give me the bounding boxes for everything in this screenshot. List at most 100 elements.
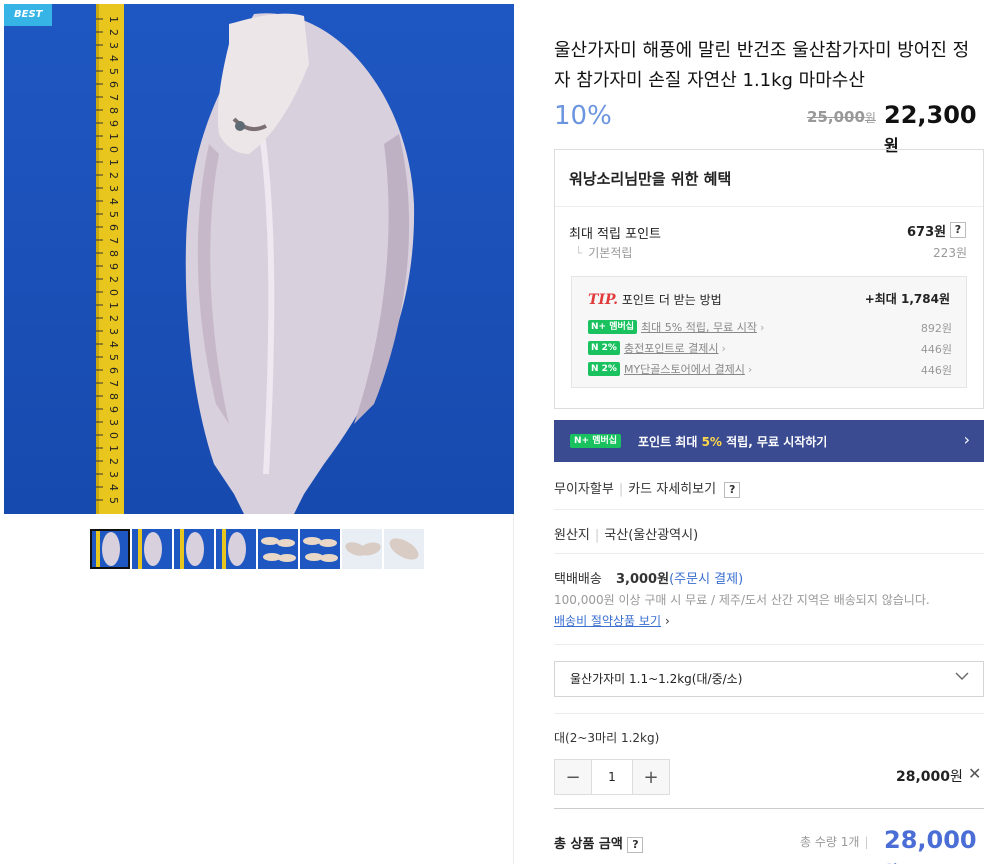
tip-row-my-store[interactable]: N 2% MY단골스토어에서 결제시 › 446원 xyxy=(588,361,952,379)
sale-price-value: 22,300 xyxy=(884,101,977,129)
quantity-value[interactable]: 1 xyxy=(591,760,633,794)
chevron-right-icon: › xyxy=(747,362,753,376)
shipping-notice: 100,000원 이상 구매 시 무료 / 제주/도서 산간 지역은 배송되지 … xyxy=(554,593,930,607)
thumbnail-7[interactable] xyxy=(342,529,382,569)
ruler-digit: 1 xyxy=(107,16,120,23)
total-label: 총 상품 금액 ? xyxy=(554,833,644,853)
tip-row-charge-points[interactable]: N 2% 충전포인트로 결제시 › 446원 xyxy=(588,340,952,358)
origin-row: 원산지 | 국산(울산광역시) xyxy=(554,524,984,543)
remove-item-button[interactable]: ✕ xyxy=(968,764,981,783)
thumbnail-3[interactable] xyxy=(174,529,214,569)
membership-promo-text: 포인트 최대 5% 적립, 무료 시작하기 xyxy=(638,433,827,450)
ruler-digit: 7 xyxy=(107,94,120,101)
ruler-digit: 7 xyxy=(107,237,120,244)
total-price-value: 28,000 xyxy=(884,826,977,854)
divider: | xyxy=(864,835,869,849)
ruler-digit: 8 xyxy=(107,107,120,114)
tip-row-link[interactable]: 충전포인트로 결제시 xyxy=(624,342,719,355)
ruler-digit: 0 xyxy=(107,432,120,439)
thumbnail-6[interactable] xyxy=(300,529,340,569)
ruler-digit: 5 xyxy=(107,211,120,218)
ruler-digit: 3 xyxy=(107,185,120,192)
ruler-digit: 2 xyxy=(107,276,120,283)
thumbnail-strip xyxy=(90,529,424,569)
ruler-digit: 9 xyxy=(107,120,120,127)
option-select[interactable]: 울산가자미 1.1~1.2kg(대/중/소) xyxy=(554,661,984,697)
ruler-digit: 9 xyxy=(107,263,120,270)
card-details-link[interactable]: 카드 자세히보기 xyxy=(628,482,716,497)
thumbnail-1[interactable] xyxy=(90,529,130,569)
original-price: 25,000원 xyxy=(807,108,876,126)
ruler-digit: 8 xyxy=(107,393,120,400)
quantity-increase-button[interactable]: + xyxy=(633,760,669,794)
benefit-title: 워낭소리님만을 위한 혜택 xyxy=(569,170,732,188)
shipping-fee: 3,000원 xyxy=(615,572,670,587)
shipping-fee-note: (주문시 결제) xyxy=(669,572,744,587)
naver-2pct-badge: N 2% xyxy=(588,341,620,355)
tip-row-membership[interactable]: N+ 멤버십 최대 5% 적립, 무료 시작 › 892원 xyxy=(588,319,952,337)
divider xyxy=(554,808,984,809)
promo-text-after: 적립, 무료 시작하기 xyxy=(721,435,828,449)
product-title: 울산가자미 해풍에 말린 반건조 울산참가자미 방어진 정자 참가자미 손질 자… xyxy=(554,40,970,91)
ruler-digit: 7 xyxy=(107,380,120,387)
ruler-digit: 2 xyxy=(107,29,120,36)
ruler-digit: 5 xyxy=(107,497,120,504)
membership-promo-bar[interactable]: N+ 멤버십 포인트 최대 5% 적립, 무료 시작하기 › xyxy=(554,420,984,462)
divider xyxy=(554,713,984,714)
tip-row-link[interactable]: 최대 5% 적립, 무료 시작 xyxy=(641,321,757,334)
naver-plus-membership-badge: N+ 멤버십 xyxy=(570,434,622,448)
ruler-digit: 4 xyxy=(107,198,120,205)
chevron-right-icon: › xyxy=(963,430,970,449)
tip-max-points: +최대 1,784원 xyxy=(864,292,950,306)
ruler-digit: 6 xyxy=(107,224,120,231)
installment-label: 무이자할부 xyxy=(554,482,614,497)
option-selected-value: 울산가자미 1.1~1.2kg(대/중/소) xyxy=(570,672,743,686)
ruler-digit: 3 xyxy=(107,419,120,426)
ruler-digit: 2 xyxy=(107,172,120,179)
ruler-digit: 4 xyxy=(107,55,120,62)
shipping-row: 택배배송 3,000원(주문시 결제) xyxy=(554,568,984,587)
ruler-digit: 2 xyxy=(107,315,120,322)
max-points-label: 최대 적립 포인트 xyxy=(569,227,661,242)
shipping-saving-link-row[interactable]: 배송비 절약상품 보기 › xyxy=(554,612,984,629)
total-price: 28,000원 xyxy=(884,826,984,864)
points-help-button[interactable]: ? xyxy=(950,222,966,238)
total-quantity: 총 수량 1개 | xyxy=(800,833,873,850)
promo-highlight: 5% xyxy=(701,435,722,449)
quantity-decrease-button[interactable]: − xyxy=(555,760,591,794)
ruler-digit: 0 xyxy=(107,146,120,153)
tip-row-value: 446원 xyxy=(920,343,952,356)
total-label-text: 총 상품 금액 xyxy=(554,837,623,852)
ruler-digit: 9 xyxy=(107,406,120,413)
chevron-right-icon: › xyxy=(759,320,765,334)
discount-rate: 10% xyxy=(554,101,612,131)
payment-row: 무이자할부 | 카드 자세히보기 ? xyxy=(554,478,984,498)
ruler-digit: 1 xyxy=(107,302,120,309)
thumbnail-4[interactable] xyxy=(216,529,256,569)
origin-label: 원산지 xyxy=(554,528,590,543)
thumbnail-8[interactable] xyxy=(384,529,424,569)
tip-title-text: 포인트 더 받는 방법 xyxy=(621,293,722,307)
shipping-saving-link[interactable]: 배송비 절약상품 보기 xyxy=(554,614,661,628)
line-total: 28,000원 xyxy=(896,766,963,786)
thumbnail-2[interactable] xyxy=(132,529,172,569)
divider xyxy=(554,553,984,554)
tip-row-value: 446원 xyxy=(920,364,952,377)
original-price-value: 25,000 xyxy=(807,108,865,126)
selected-item-name: 대(2~3마리 1.2kg) xyxy=(554,731,660,745)
tip-row-link[interactable]: MY단골스토어에서 결제시 xyxy=(624,363,745,376)
thumbnail-5[interactable] xyxy=(258,529,298,569)
base-points-label-text: 기본적립 xyxy=(588,246,633,260)
line-total-unit: 원 xyxy=(950,769,963,785)
divider xyxy=(554,509,984,510)
ruler-digit: 6 xyxy=(107,367,120,374)
main-product-image[interactable]: 12345678910123456789201234567893012345 B… xyxy=(4,4,514,514)
chevron-right-icon: › xyxy=(721,341,726,355)
naver-2pct-badge: N 2% xyxy=(588,362,620,376)
ruler-digit: 4 xyxy=(107,484,120,491)
total-help-button[interactable]: ? xyxy=(627,836,644,853)
card-help-button[interactable]: ? xyxy=(724,481,741,498)
divider xyxy=(555,206,983,207)
chevron-right-icon: › xyxy=(665,614,670,628)
best-badge: BEST xyxy=(4,4,52,26)
